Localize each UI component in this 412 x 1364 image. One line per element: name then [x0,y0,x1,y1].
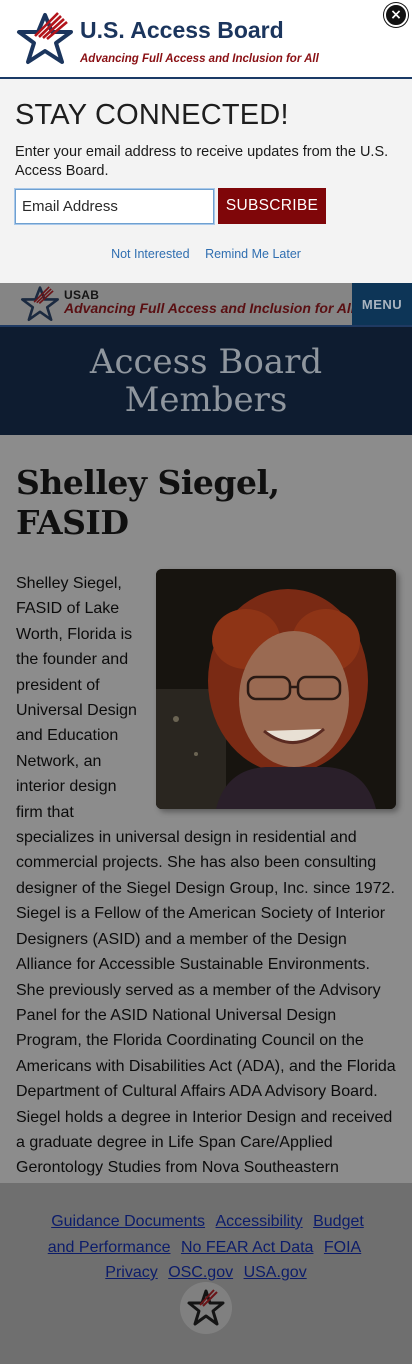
popup-description: Enter your email address to receive upda… [15,144,389,179]
footer-link-accessibility[interactable]: Accessibility [216,1213,303,1230]
site-tagline: Advancing Full Access and Inclusion for … [64,300,355,316]
usab-star-logo-icon [17,12,73,64]
subscribe-button[interactable]: SUBSCRIBE [218,188,326,224]
site-header: USAB Advancing Full Access and Inclusion… [0,283,412,325]
remind-later-link[interactable]: Remind Me Later [205,247,301,261]
footer-link-foia[interactable]: FOIA [324,1239,361,1256]
close-icon[interactable]: × [384,3,408,27]
footer-star-logo[interactable] [180,1282,232,1334]
footer-link-privacy[interactable]: Privacy [105,1264,157,1281]
popup-heading: STAY CONNECTED! [15,99,289,131]
brand-name: U.S. Access Board [80,17,284,43]
site-footer: Guidance Documents Accessibility Budget … [0,1183,412,1364]
footer-link-nofear[interactable]: No FEAR Act Data [181,1239,314,1256]
member-content: Shelley Siegel, FASID Shelley Siegel, FA… [0,435,412,1202]
member-name: Shelley Siegel, FASID [16,463,280,542]
footer-link-usagov[interactable]: USA.gov [244,1264,307,1281]
footer-links: Guidance Documents Accessibility Budget … [40,1209,372,1286]
portrait-image [156,569,396,809]
footer-link-guidance[interactable]: Guidance Documents [51,1213,205,1230]
page-banner: Access Board Members [0,325,412,435]
footer-link-osc[interactable]: OSC.gov [168,1264,233,1281]
usab-star-logo[interactable] [18,285,62,323]
newsletter-popup: U.S. Access Board Advancing Full Access … [0,0,412,283]
popup-header: U.S. Access Board Advancing Full Access … [0,0,412,79]
brand-tagline: Advancing Full Access and Inclusion for … [80,53,319,65]
not-interested-link[interactable]: Not Interested [111,247,190,261]
email-field[interactable] [15,189,214,224]
menu-button[interactable]: MENU [352,283,412,325]
page-title: Access Board Members [89,342,323,420]
member-photo [156,569,396,809]
popup-secondary-links: Not Interested Remind Me Later [0,247,412,261]
